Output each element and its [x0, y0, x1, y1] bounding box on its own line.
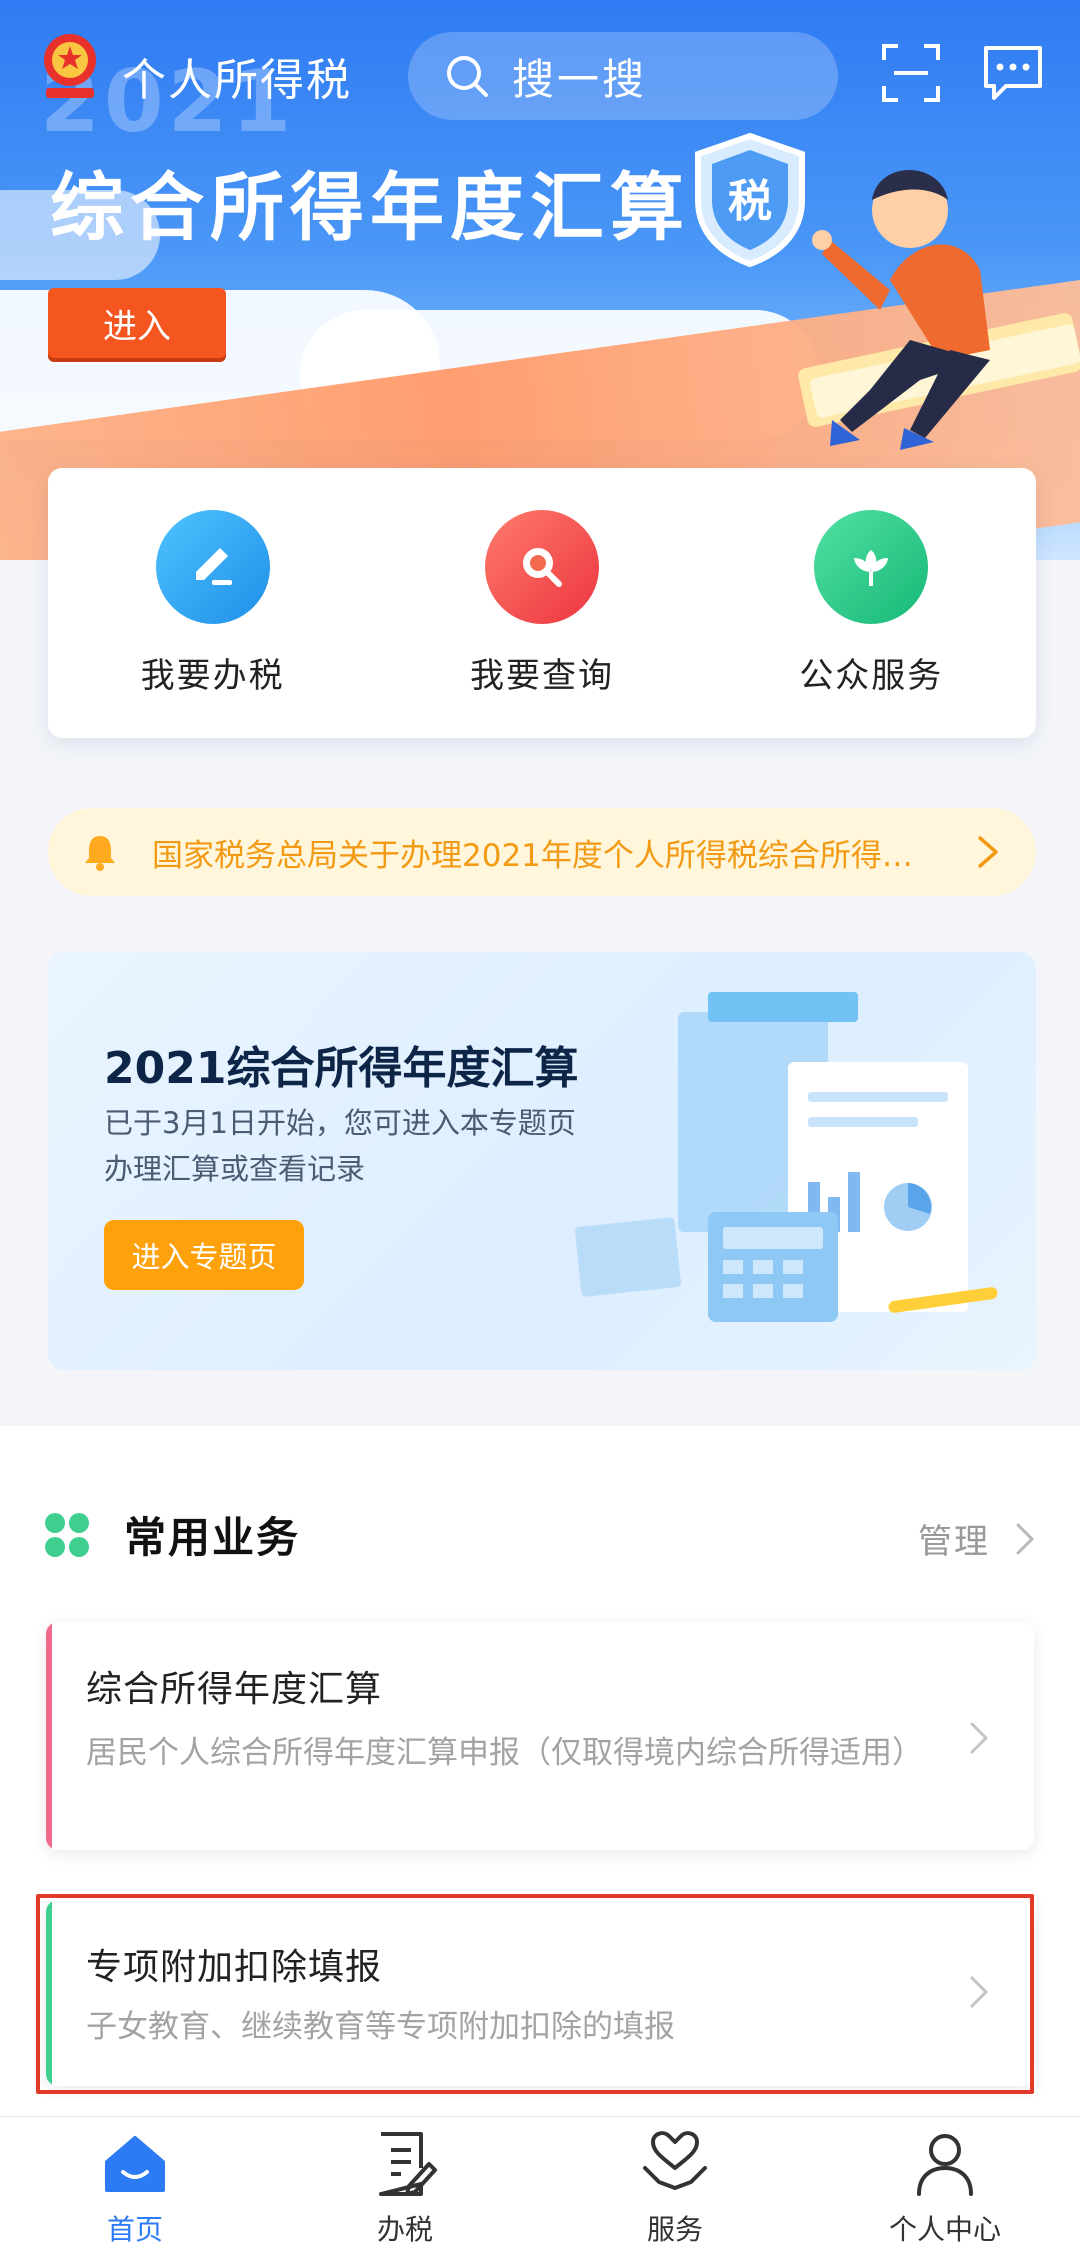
quick-action-circle: [814, 509, 929, 624]
tab-tax[interactable]: 办税: [305, 2128, 505, 2248]
app-title: 个人所得税: [122, 55, 352, 106]
service-card-annual-settlement[interactable]: 综合所得年度汇算 居民个人综合所得年度汇算申报（仅取得境内综合所得适用）: [46, 1622, 1034, 1850]
tab-home[interactable]: 首页: [35, 2128, 235, 2248]
bottom-tab-bar: 首页 办税 服务 个人中心: [0, 2116, 1080, 2258]
magnifier-icon: [522, 547, 562, 587]
common-services-section: 常用业务 管理 综合所得年度汇算 居民个人综合所得年度汇算申报（仅取得境内综合所…: [0, 1426, 1080, 2116]
service-card-title: 综合所得年度汇算: [86, 1669, 383, 1710]
document-edit-icon: [379, 2131, 437, 2196]
documents-illustration: [575, 992, 998, 1322]
tab-label: 个人中心: [888, 2212, 1001, 2246]
service-card-special-deduction[interactable]: 专项附加扣除填报 子女教育、继续教育等专项附加扣除的填报: [46, 1900, 1034, 2086]
manage-button[interactable]: 管理: [918, 1514, 1036, 1563]
person-illustration: [798, 170, 1080, 450]
search-placeholder: 搜一搜: [512, 54, 648, 104]
quick-action-tax[interactable]: 我要办税: [83, 509, 343, 697]
banner-headline: 综合所得年度汇算: [50, 165, 690, 251]
quick-action-label: 公众服务: [799, 655, 944, 696]
chevron-right-icon: [970, 1976, 988, 2008]
tab-label: 首页: [106, 2212, 163, 2246]
pencil-icon: [195, 547, 232, 585]
promo-description: 已于3月1日开始，您可进入本专题页办理汇算或查看记录: [104, 1106, 576, 1186]
quick-actions-card: 我要办税 我要查询 公众服务: [48, 468, 1036, 738]
tab-service[interactable]: 服务: [575, 2128, 775, 2248]
user-icon: [917, 2133, 973, 2196]
promo-enter-button[interactable]: 进入专题页: [104, 1220, 304, 1290]
card-accent-bar: [46, 1900, 52, 2086]
chevron-right-icon: [970, 1722, 988, 1754]
national-emblem-icon: [44, 34, 96, 98]
quick-action-query[interactable]: 我要查询: [412, 509, 672, 697]
quick-action-label: 我要办税: [140, 655, 285, 696]
quick-action-circle: [155, 509, 270, 624]
service-card-title: 专项附加扣除填报: [86, 1947, 383, 1988]
home-icon: [105, 2135, 165, 2192]
chevron-right-icon: [1016, 1523, 1034, 1554]
chevron-right-icon: [978, 836, 998, 868]
manage-label: 管理: [918, 1522, 990, 1562]
section-title: 常用业务: [124, 1513, 301, 1562]
apps-grid-icon: [45, 1512, 89, 1557]
heart-hand-icon: [643, 2130, 707, 2190]
flower-icon: [854, 549, 889, 586]
quick-action-circle: [484, 509, 599, 624]
bell-icon: [85, 836, 115, 871]
quick-action-public-service[interactable]: 公众服务: [741, 509, 1001, 697]
service-card-description: 子女教育、继续教育等专项附加扣除的填报: [86, 2009, 675, 2045]
banner-enter-button[interactable]: 进入: [48, 288, 226, 358]
notice-text: 国家税务总局关于办理2021年度个人所得税综合所得汇算清缴事项的公告: [152, 837, 942, 874]
card-accent-bar: [46, 1622, 52, 1850]
notice-bar[interactable]: 国家税务总局关于办理2021年度个人所得税综合所得汇算清缴事项的公告: [48, 808, 1036, 896]
tab-label: 服务: [646, 2212, 703, 2246]
search-icon: [447, 56, 488, 97]
service-card-description: 居民个人综合所得年度汇算申报（仅取得境内综合所得适用）: [86, 1735, 923, 1771]
tab-personal-center[interactable]: 个人中心: [845, 2128, 1045, 2248]
section-header: 常用业务: [44, 1504, 300, 1565]
quick-action-label: 我要查询: [469, 655, 614, 696]
promo-card[interactable]: 2021综合所得年度汇算 已于3月1日开始，您可进入本专题页办理汇算或查看记录 …: [48, 952, 1036, 1370]
promo-title: 2021综合所得年度汇算: [104, 1043, 579, 1094]
tab-label: 办税: [376, 2212, 433, 2246]
